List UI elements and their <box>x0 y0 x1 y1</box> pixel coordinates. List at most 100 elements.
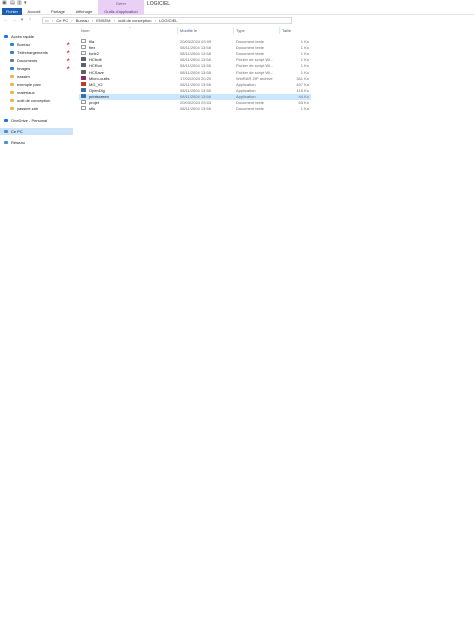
window-title: LOGICIEL <box>147 1 171 7</box>
file-size: 44 Ko <box>298 93 309 99</box>
file-row[interactable]: sflu 08/11/2004 13:58 Document texte 1 Ko <box>79 106 311 112</box>
sidebar-item-quick-access[interactable]: Accès rapide <box>0 33 73 40</box>
column-divider[interactable] <box>233 27 234 34</box>
sidebar-item-desktop[interactable]: Bureau 📌 <box>0 41 73 48</box>
file-name: Micro-outils <box>89 75 110 81</box>
file-row[interactable]: fila 20/03/2024 03:09 Document texte 1 Ko <box>79 39 311 45</box>
column-header-type[interactable]: Type <box>236 27 278 34</box>
star-icon <box>4 35 8 38</box>
sidebar-item-outil-de-conception[interactable]: outil de conception <box>0 97 73 104</box>
sidebar-item-label: OneDrive - Personal <box>11 118 48 123</box>
sidebar-item-label: materiaux <box>17 90 35 95</box>
file-row[interactable]: HCSave 08/11/2004 13:58 Fichier de script … <box>79 69 311 76</box>
file-size: 1 Ko <box>300 106 309 112</box>
file-name: forie2 <box>89 51 100 57</box>
breadcrumb-logiciel[interactable]: LOGICIEL <box>159 18 177 23</box>
cloud-icon <box>4 119 8 122</box>
folder-icon <box>10 83 14 86</box>
column-divider[interactable] <box>279 27 280 34</box>
file-date: 08/11/2004 13:58 <box>180 93 211 99</box>
sidebar-item-materiaux[interactable]: materiaux <box>0 89 73 96</box>
breadcrumb-this-pc[interactable]: Ce PC <box>56 18 68 23</box>
file-date: 08/11/2004 13:58 <box>180 81 211 87</box>
properties-icon[interactable]: ▤ <box>10 1 15 6</box>
file-row[interactable]: HCRun 08/11/2004 13:58 Fichier de script W… <box>79 63 311 69</box>
up-arrow-icon[interactable]: ↑ <box>27 17 33 24</box>
navigation-pane: Accès rapide Bureau 📌 Téléchargements 📌 … <box>0 28 73 228</box>
computer-icon <box>4 130 8 133</box>
tab-application-tools[interactable]: Outils d'application <box>98 8 144 15</box>
breadcrumb-outil-de-conception[interactable]: outil de conception <box>118 18 151 23</box>
text-file-icon <box>81 39 86 43</box>
file-date: 08/11/2004 13:58 <box>180 45 211 51</box>
chevron-right-icon: › <box>51 18 54 23</box>
sidebar-item-images[interactable]: Images 📌 <box>0 65 73 72</box>
sidebar-item-downloads[interactable]: Téléchargements 📌 <box>0 49 73 56</box>
file-date: 08/11/2004 13:58 <box>180 51 211 57</box>
back-arrow-icon[interactable]: ← <box>3 17 9 24</box>
file-type: Application <box>236 93 256 99</box>
file-row[interactable]: HCfrott 08/11/2004 13:58 Fichier de script… <box>79 57 311 63</box>
download-icon <box>10 51 14 54</box>
file-name: HCfrott <box>89 57 102 63</box>
file-date: 20/03/2024 03:09 <box>180 39 212 44</box>
sidebar-item-network[interactable]: Réseau <box>0 139 73 146</box>
file-type: Fichier de script Wi... <box>236 57 274 63</box>
column-header-name[interactable]: Nom ^ <box>81 26 177 34</box>
chevron-right-icon: › <box>154 18 156 23</box>
pin-icon[interactable]: 📌 <box>66 57 70 64</box>
sidebar-item-label: nassim <box>17 74 30 79</box>
network-icon <box>4 141 8 144</box>
script-file-icon <box>81 63 86 68</box>
address-bar[interactable]: ▭ › Ce PC › Bureau › ENSEM › outil de co… <box>42 17 292 24</box>
file-row[interactable]: forie2 08/11/2004 13:58 Document texte 1 Ko <box>79 51 311 57</box>
file-row[interactable]: projet 20/03/2024 03:03 Document texte 63 K… <box>79 100 311 106</box>
new-folder-icon[interactable]: ▥ <box>17 1 22 6</box>
column-header-size[interactable]: Taille <box>282 27 310 34</box>
breadcrumb-desktop[interactable]: Bureau <box>76 18 89 23</box>
file-row[interactable]: OpenDlg 08/11/2004 13:58 Application 116 Ko <box>79 87 311 94</box>
sidebar-item-label: exemple parc <box>17 82 42 87</box>
file-row[interactable]: printscreen 08/11/2004 13:58 Application 44… <box>79 93 311 100</box>
pin-icon[interactable]: 📌 <box>66 41 70 48</box>
file-row[interactable]: flex 08/11/2004 13:58 Document texte 1 Ko <box>79 45 311 51</box>
tab-home[interactable]: Accueil <box>24 8 44 15</box>
file-size: 1 Ko <box>300 45 309 51</box>
sidebar-item-nassim[interactable]: nassim <box>0 73 73 80</box>
file-type: Fichier de script Wi... <box>236 63 274 69</box>
file-type: Document texte <box>236 39 265 44</box>
sidebar-item-this-pc[interactable]: Ce PC <box>0 128 73 135</box>
sidebar-item-yassine-zah[interactable]: yassine zah <box>0 105 73 112</box>
file-row[interactable]: Micro-outils 17/02/2024 20:20 WinRAR ZIP a… <box>79 75 311 82</box>
folder-icon <box>10 75 14 78</box>
file-size: 341 Ko <box>296 75 309 81</box>
quick-access-dropdown-icon[interactable]: ▾ <box>24 1 27 6</box>
file-name: HCSave <box>89 69 104 75</box>
tab-share[interactable]: Partage <box>47 8 69 15</box>
sidebar-item-label: Documents <box>17 58 38 63</box>
breadcrumb-ensem[interactable]: ENSEM <box>96 18 110 23</box>
file-name: projet <box>89 100 100 105</box>
file-row[interactable]: MG_V2 08/11/2004 13:58 Application 497 Ko <box>79 81 311 88</box>
file-date: 20/03/2024 03:03 <box>180 100 212 105</box>
column-divider[interactable] <box>177 27 178 34</box>
tab-file[interactable]: Fichier <box>2 8 22 15</box>
computer-small-icon: ▭ <box>45 18 49 23</box>
sidebar-item-label: Réseau <box>11 140 25 145</box>
script-file-icon <box>81 57 86 62</box>
column-header-date[interactable]: Modifié le <box>180 27 232 34</box>
file-date: 08/11/2004 13:58 <box>180 106 211 112</box>
tab-view[interactable]: Affichage <box>72 8 96 15</box>
pin-icon[interactable]: 📌 <box>66 65 70 72</box>
forward-arrow-icon[interactable]: → <box>11 17 17 24</box>
folder-icon <box>10 91 14 94</box>
sidebar-item-onedrive[interactable]: OneDrive - Personal <box>0 117 73 124</box>
sidebar-item-documents[interactable]: Documents 📌 <box>0 57 73 64</box>
file-name: MG_V2 <box>89 81 103 87</box>
file-type: Document texte <box>236 106 265 112</box>
file-size: 1 Ko <box>300 63 309 69</box>
recent-dropdown-icon[interactable]: ▾ <box>19 17 25 24</box>
sidebar-item-exemple-parc[interactable]: exemple parc <box>0 81 73 88</box>
pin-icon[interactable]: 📌 <box>66 49 70 56</box>
application-icon <box>81 87 86 92</box>
